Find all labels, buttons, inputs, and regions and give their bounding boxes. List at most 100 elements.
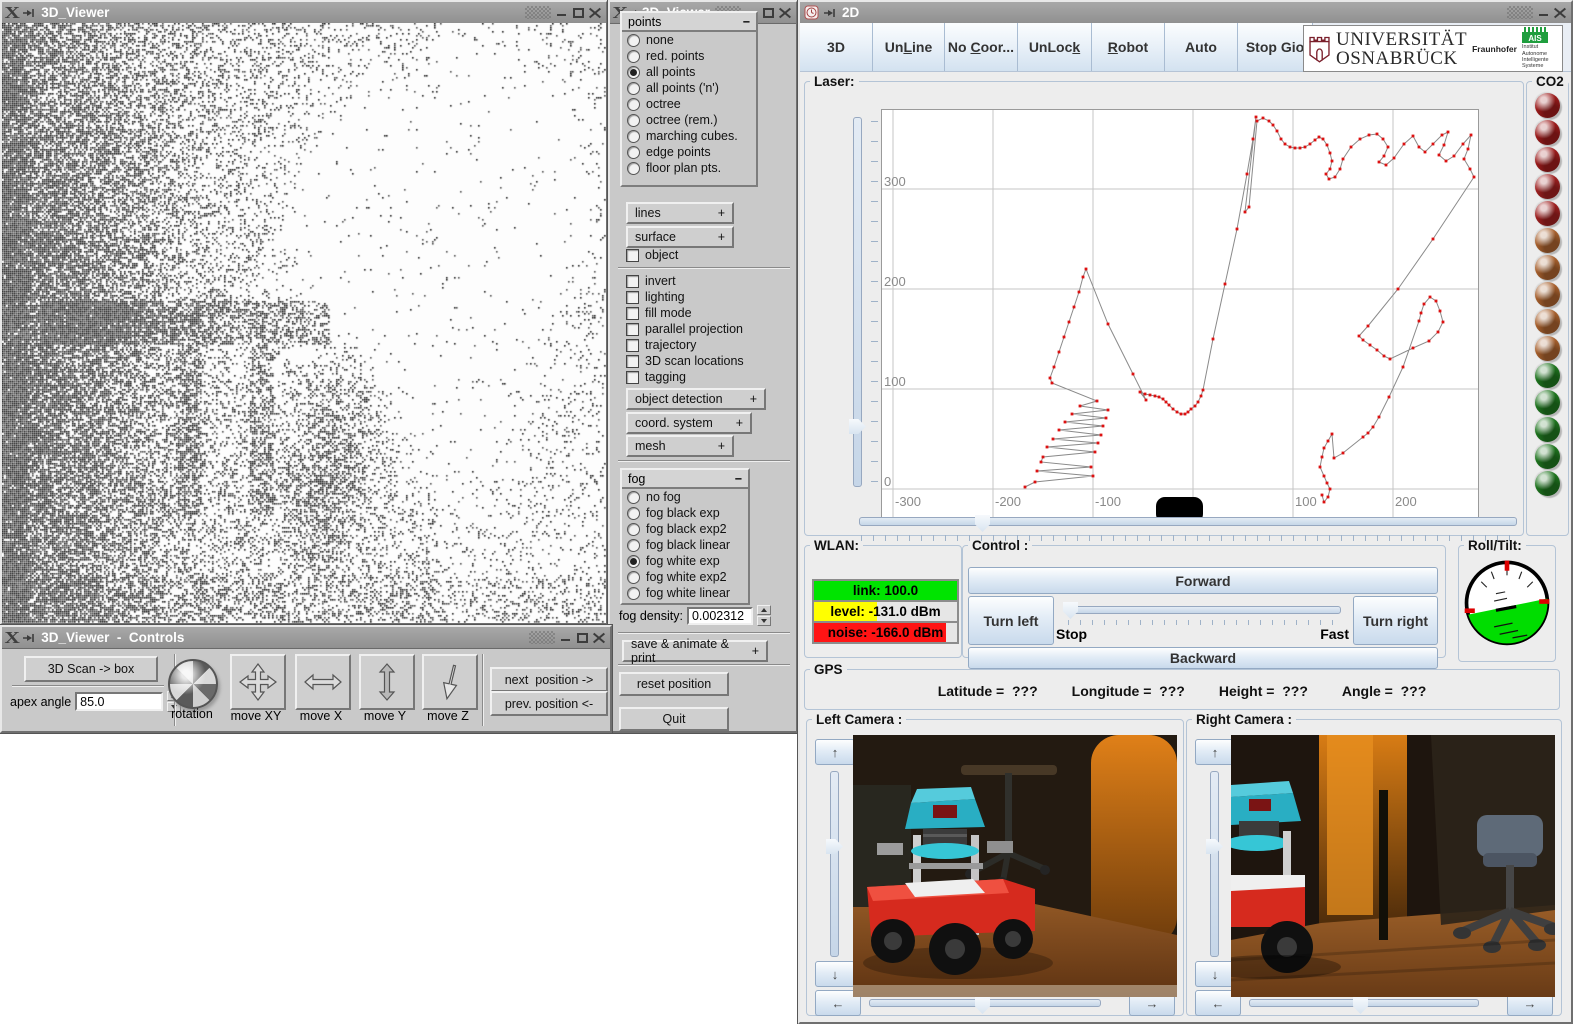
radio-icon[interactable] [627, 114, 640, 127]
checkbox-lighting[interactable]: lighting [621, 289, 744, 305]
radio-icon-selected[interactable] [627, 555, 640, 568]
toolbar-button-stop-gio[interactable]: Stop Gio [1238, 23, 1313, 71]
radio-icon[interactable] [627, 523, 640, 536]
toolbar-button-auto[interactable]: Auto [1165, 23, 1238, 71]
minimize-button[interactable] [555, 7, 568, 19]
radio-icon[interactable] [627, 130, 640, 143]
radio-option[interactable]: all points ('n') [622, 80, 756, 96]
radio-icon[interactable] [627, 539, 640, 552]
radio-option[interactable]: fog black exp [622, 505, 748, 521]
checkbox-icon[interactable] [626, 291, 639, 304]
fog-density-spinner[interactable] [757, 605, 771, 626]
radio-option[interactable]: red. points [622, 48, 756, 64]
toolbar-button-unline[interactable]: UnLine [873, 23, 945, 71]
collapse-icon[interactable]: − [735, 472, 742, 486]
lines-expander[interactable]: lines+ [626, 202, 734, 224]
turn-right-button[interactable]: Turn right [1353, 596, 1438, 645]
checkbox-icon[interactable] [626, 339, 639, 352]
radio-option[interactable]: all points [622, 64, 756, 80]
prev-position-button[interactable]: prev. position <- [490, 691, 608, 716]
radio-option[interactable]: edge points [622, 144, 756, 160]
checkbox-fill-mode[interactable]: fill mode [621, 305, 744, 321]
move-xy-button[interactable] [230, 654, 286, 710]
forward-button[interactable]: Forward [968, 567, 1438, 594]
next-position-button[interactable]: next position -> [490, 667, 608, 692]
close-button[interactable] [593, 632, 606, 644]
checkbox-icon[interactable] [626, 307, 639, 320]
toolbar-button-unlock[interactable]: UnLock [1018, 23, 1092, 71]
radio-icon[interactable] [627, 82, 640, 95]
speed-slider-thumb[interactable] [1063, 602, 1078, 619]
speed-slider[interactable] [1066, 606, 1341, 614]
camera-vslider-thumb[interactable] [1206, 839, 1223, 854]
radio-icon[interactable] [627, 507, 640, 520]
points-group-header[interactable]: points − [622, 13, 756, 32]
maximize-button[interactable] [762, 7, 775, 19]
camera-vslider-thumb[interactable] [826, 839, 843, 854]
toolbar-button-robot[interactable]: Robot [1092, 23, 1165, 71]
close-button[interactable] [589, 7, 602, 19]
mesh-expander[interactable]: mesh+ [626, 435, 734, 457]
radio-icon[interactable] [627, 146, 640, 159]
radio-icon[interactable] [627, 34, 640, 47]
radio-icon[interactable] [627, 491, 640, 504]
move-z-button[interactable] [422, 654, 478, 710]
radio-option[interactable]: fog black linear [622, 537, 748, 553]
camera-down-button[interactable]: ↓ [815, 961, 855, 987]
checkbox-trajectory[interactable]: trajectory [621, 337, 744, 353]
checkbox-icon[interactable] [626, 275, 639, 288]
turn-left-button[interactable]: Turn left [968, 596, 1054, 645]
toolbar-button-3d[interactable]: 3D [800, 23, 873, 71]
maximize-button[interactable] [572, 7, 585, 19]
camera-up-button[interactable]: ↑ [1195, 739, 1235, 765]
minimize-button[interactable] [559, 632, 572, 644]
radio-option[interactable]: none [622, 32, 756, 48]
radio-option[interactable]: marching cubes. [622, 128, 756, 144]
camera-hslider-thumb[interactable] [1353, 997, 1368, 1014]
radio-icon[interactable] [627, 50, 640, 63]
camera-up-button[interactable]: ↑ [815, 739, 855, 765]
fog-group-header[interactable]: fog − [622, 470, 748, 489]
radio-option[interactable]: fog white exp [622, 553, 748, 569]
spin-up-icon[interactable] [757, 605, 771, 615]
close-button[interactable] [779, 7, 792, 19]
save-animate-print-button[interactable]: save & animate & print+ [622, 640, 768, 662]
laser-plot[interactable]: 0100200300-300-200-100100200 [881, 109, 1479, 520]
surface-expander[interactable]: surface+ [626, 226, 734, 248]
radio-option[interactable]: octree [622, 96, 756, 112]
checkbox-icon[interactable] [626, 323, 639, 336]
checkbox-tagging[interactable]: tagging [621, 369, 744, 385]
collapse-icon[interactable]: − [743, 15, 750, 29]
radio-option[interactable]: no fog [622, 489, 748, 505]
2d-titlebar[interactable]: 2D [800, 2, 1571, 24]
object-checkbox[interactable]: object [621, 247, 678, 263]
coord-system-expander[interactable]: coord. system+ [626, 412, 752, 434]
close-button[interactable] [1554, 7, 1567, 19]
toolbar-button-no-coor[interactable]: No Coor... [945, 23, 1018, 71]
move-y-button[interactable] [359, 654, 415, 710]
laser-hslider-thumb[interactable] [975, 515, 990, 532]
radio-option[interactable]: floor plan pts. [622, 160, 756, 176]
laser-vslider-thumb[interactable] [849, 419, 866, 434]
reset-position-button[interactable]: reset position [619, 672, 729, 696]
maximize-button[interactable] [576, 632, 589, 644]
checkbox-invert[interactable]: invert [621, 273, 744, 289]
object-detection-expander[interactable]: object detection+ [626, 388, 766, 410]
camera-vertical-slider[interactable] [830, 771, 839, 957]
quit-button[interactable]: Quit [619, 707, 729, 731]
checkbox-icon[interactable] [626, 249, 639, 262]
rotation-control[interactable] [168, 659, 218, 709]
radio-icon[interactable] [627, 571, 640, 584]
checkbox-icon[interactable] [626, 371, 639, 384]
radio-icon[interactable] [627, 587, 640, 600]
minimize-button[interactable] [1537, 7, 1550, 19]
apex-angle-input[interactable] [75, 692, 163, 711]
viewer3d-titlebar[interactable]: X 3D_Viewer [2, 2, 606, 24]
camera-hslider-thumb[interactable] [975, 997, 990, 1014]
radio-option[interactable]: fog white linear [622, 585, 748, 601]
spin-down-icon[interactable] [757, 616, 771, 626]
checkbox-icon[interactable] [626, 355, 639, 368]
radio-option[interactable]: octree (rem.) [622, 112, 756, 128]
laser-horizontal-slider[interactable] [859, 517, 1517, 526]
pointcloud-viewport[interactable] [2, 23, 606, 623]
